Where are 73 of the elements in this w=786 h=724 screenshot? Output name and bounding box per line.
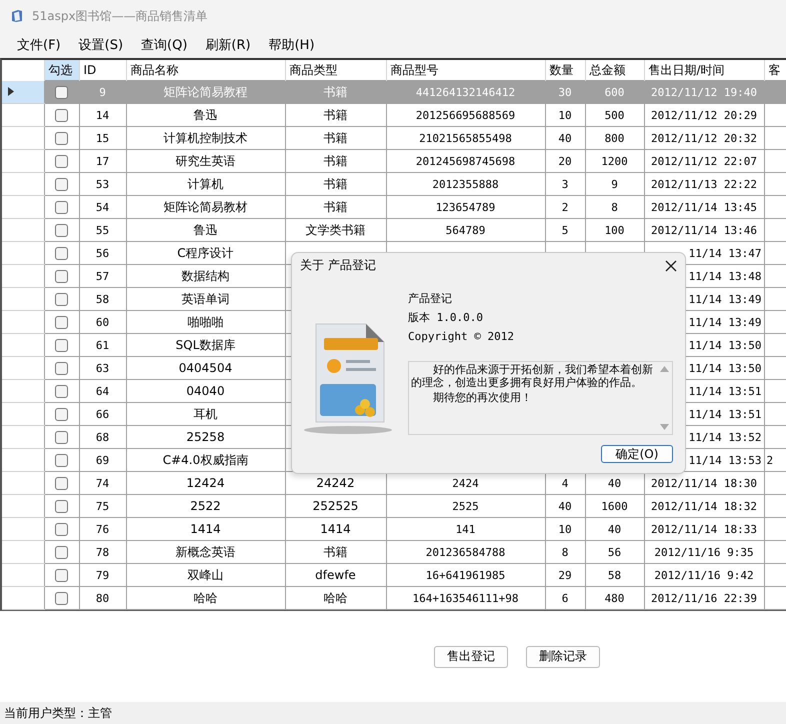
menu-item[interactable]: 设置(S) xyxy=(70,34,132,56)
row-checkbox[interactable] xyxy=(55,546,68,559)
action-button[interactable]: 删除记录 xyxy=(526,646,600,668)
action-button[interactable]: 售出登记 xyxy=(434,646,508,668)
column-header[interactable]: 数量 xyxy=(545,60,585,80)
row-checkbox[interactable] xyxy=(55,132,68,145)
table-row[interactable]: 53 计算机 书籍 2012355888 3 9 2012/11/13 22:22 xyxy=(2,172,786,196)
column-header[interactable]: ID xyxy=(79,60,126,80)
row-checkbox[interactable] xyxy=(55,522,68,536)
row-checkbox[interactable] xyxy=(55,86,68,99)
menu-item[interactable]: 刷新(R) xyxy=(196,34,260,56)
column-header[interactable]: 客 xyxy=(764,60,786,80)
table-cell: 480 xyxy=(585,586,644,610)
row-checkbox[interactable] xyxy=(55,408,68,421)
table-row[interactable]: 14 鲁迅 书籍 201256695688569 10 500 2012/11/12 20:29 xyxy=(2,104,786,126)
product-name: 产品登记 xyxy=(408,291,453,307)
row-checkbox[interactable] xyxy=(55,430,68,444)
table-cell: 书籍 xyxy=(285,80,386,104)
version-text: 版本 1.0.0.0 xyxy=(408,310,484,326)
row-checkbox[interactable] xyxy=(55,178,68,191)
row-checkbox[interactable] xyxy=(55,384,68,398)
table-row[interactable]: 15 计算机控制技术 书籍 21021565855498 40 800 2012/11/12 20:32 xyxy=(2,126,786,150)
row-checkbox[interactable] xyxy=(55,270,68,283)
table-cell: 2012/11/12 19:40 xyxy=(644,80,764,104)
menu-item[interactable]: 帮助(H) xyxy=(260,34,324,56)
row-checkbox[interactable] xyxy=(55,476,68,490)
column-header[interactable]: 商品型号 xyxy=(386,60,545,80)
ok-button[interactable]: 确定(O) xyxy=(601,445,673,463)
dialog-title: 关于 产品登记 xyxy=(300,257,376,274)
table-cell: 2012/11/16 22:39 xyxy=(644,586,764,610)
table-cell: 矩阵论简易教程 xyxy=(126,80,285,104)
row-checkbox[interactable] xyxy=(55,568,68,582)
table-cell: 80 xyxy=(79,586,126,610)
row-checkbox[interactable] xyxy=(55,108,68,122)
row-checkbox[interactable] xyxy=(55,454,68,467)
table-row[interactable]: 55 鲁迅 文学类书籍 564789 5 100 2012/11/14 13:46 xyxy=(2,218,786,242)
row-checkbox[interactable] xyxy=(55,292,68,306)
row-checkbox[interactable] xyxy=(55,500,68,513)
menu-item[interactable]: 查询(Q) xyxy=(132,34,196,56)
row-checkbox[interactable] xyxy=(55,246,68,260)
table-row[interactable]: 74 12424 24242 2424 4 40 2012/11/14 18:30 xyxy=(2,472,786,494)
book-icon xyxy=(10,9,24,23)
row-pointer-icon xyxy=(8,87,14,96)
table-row[interactable]: 54 矩阵论简易教材 书籍 123654789 2 8 2012/11/14 13:45 xyxy=(2,196,786,218)
row-checkbox[interactable] xyxy=(55,338,68,352)
row-checkbox[interactable] xyxy=(55,362,68,375)
row-checkbox[interactable] xyxy=(55,224,68,237)
column-header[interactable]: 总金额 xyxy=(585,60,644,80)
table-row[interactable]: 75 2522 252525 2525 40 1600 2012/11/14 18:32 xyxy=(2,494,786,518)
row-checkbox[interactable] xyxy=(55,154,68,168)
column-header[interactable]: 售出日期/时间 xyxy=(644,60,764,80)
menu-item[interactable]: 文件(F) xyxy=(8,34,70,56)
column-header[interactable]: 勾选 xyxy=(44,60,79,80)
column-header[interactable]: 商品名称 xyxy=(126,60,285,80)
description-text: 期待您的再次使用！ xyxy=(432,390,533,405)
copyright-text: Copyright © 2012 xyxy=(408,329,515,345)
row-checkbox[interactable] xyxy=(55,592,68,605)
table-row[interactable]: 76 1414 1414 141 10 40 2012/11/14 18:33 xyxy=(2,518,786,540)
table-row[interactable]: 78 新概念英语 书籍 201236584788 8 56 2012/11/16 9:35 xyxy=(2,540,786,564)
table-row[interactable]: 17 研究生英语 书籍 201245698745698 20 1200 2012/11/12 22:07 xyxy=(2,150,786,172)
row-checkbox[interactable] xyxy=(55,200,68,214)
table-cell: 6 xyxy=(545,586,585,610)
column-header[interactable]: 商品类型 xyxy=(285,60,386,80)
table-cell: 哈哈 xyxy=(126,586,285,610)
status-bar: 当前用户类型：主管 xyxy=(0,702,786,724)
close-icon[interactable] xyxy=(665,260,677,272)
table-cell: 哈哈 xyxy=(285,586,386,610)
table-row[interactable]: 79 双峰山 dfewfe 16+641961985 29 58 2012/11/16 9:42 xyxy=(2,564,786,586)
table-row[interactable]: 80 哈哈 哈哈 164+163546111+98 6 480 2012/11/16 22:39 xyxy=(2,586,786,610)
table-cell: 441264132146412 xyxy=(386,80,545,104)
table-cell: 164+163546111+98 xyxy=(386,586,545,610)
row-checkbox[interactable] xyxy=(55,316,68,329)
window-title: 51aspx图书馆——商品销售清单 xyxy=(32,8,208,24)
